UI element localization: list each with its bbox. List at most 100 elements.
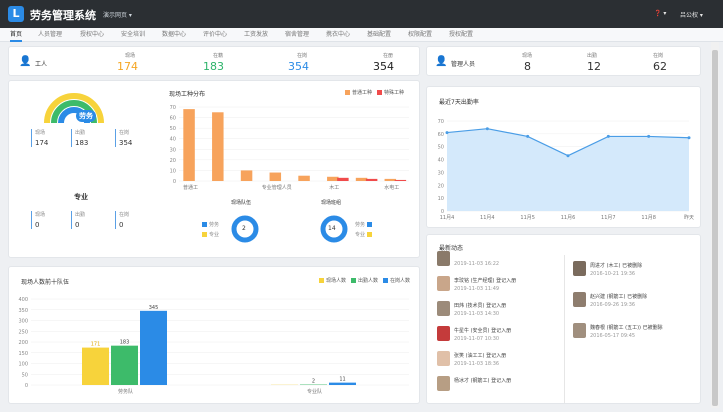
- help-menu[interactable]: ❓ ▾: [654, 10, 666, 17]
- scrollbar-thumb[interactable]: [712, 50, 718, 406]
- tab-data[interactable]: 数据中心: [162, 28, 186, 42]
- crew-y-tick: 350: [18, 308, 28, 314]
- crew-y-tick: 200: [18, 340, 28, 346]
- dist-x-tick: 普通工: [183, 184, 198, 191]
- tab-basic-config[interactable]: 基础配置: [367, 28, 391, 42]
- tab-home[interactable]: 首页: [10, 28, 23, 42]
- att-x-tick: 11月8: [641, 215, 656, 221]
- site-overview-panel: 劳务 现场 174 出勤 183 在岗 354 专业 现场 0 出勤 0 在岗 0 现场工种…: [8, 80, 420, 258]
- att-x-tick: 11月7: [601, 215, 616, 221]
- news-avatar[interactable]: [437, 301, 450, 316]
- tab-auth[interactable]: 授权中心: [80, 28, 104, 42]
- dist-y-tick: 0: [173, 179, 176, 185]
- tab-permission-config[interactable]: 权限配置: [408, 28, 432, 42]
- dist-x-tick: 水电工: [384, 184, 399, 191]
- news-avatar[interactable]: [437, 276, 450, 291]
- tab-auth-config[interactable]: 授权配置: [449, 28, 473, 42]
- pro-title: 专业: [74, 193, 88, 201]
- dist-x-tick: 专业管理人员: [262, 184, 292, 191]
- att-point: [526, 134, 530, 138]
- dist-bar-chart: 0 10 20 30 40 50 60 70 普通工 专业管理人员 木工 水电工: [170, 105, 409, 191]
- att-y-tick: 20: [438, 183, 444, 189]
- att-point: [485, 127, 489, 131]
- attendance-area-chart: 01020304050607011月4 11月4 11月5 11月6 11月7 11月8 昨…: [438, 119, 694, 221]
- news-item-text: 周进才 (木工) 已被删除: [590, 263, 643, 269]
- news-avatar[interactable]: [573, 292, 586, 307]
- tab-dorm[interactable]: 宿舍管理: [285, 28, 309, 42]
- news-avatar[interactable]: [437, 326, 450, 341]
- news-avatar[interactable]: [437, 251, 450, 266]
- news-avatar[interactable]: [437, 376, 450, 391]
- news-avatar[interactable]: [573, 261, 586, 276]
- worker-icon: 👤: [19, 56, 32, 67]
- news-item-text: 李玟铭 (生产经理) 登记入册: [454, 278, 517, 284]
- dist-bar: [298, 175, 310, 181]
- workers-value-enrolled: 354: [373, 60, 394, 73]
- news-item-date: 2016-05-17 09:45: [590, 333, 636, 339]
- dist-y-tick: 20: [170, 158, 176, 164]
- tab-clothing[interactable]: 携衣中心: [326, 28, 350, 42]
- labor-attend: 出勤 183: [71, 129, 88, 147]
- news-item-text: 杨冰才 (钢筋工) 登记入册: [454, 378, 512, 384]
- managers-value-onduty: 62: [653, 60, 667, 73]
- att-x-tick: 昨天: [684, 214, 694, 221]
- att-point: [445, 131, 449, 135]
- team-donut-title: 现场队伍: [231, 200, 252, 206]
- tab-personnel[interactable]: 人员管理: [38, 28, 62, 42]
- att-y-tick: 70: [438, 119, 444, 125]
- workers-title: 工人: [35, 61, 48, 68]
- user-menu[interactable]: 吕公权 ▾: [680, 10, 703, 19]
- labor-onduty: 在岗 354: [115, 129, 132, 147]
- tab-wages[interactable]: 工资发放: [244, 28, 268, 42]
- news-item-text: 田炜 (技术员) 登记入册: [454, 303, 507, 309]
- att-y-tick: 50: [438, 145, 444, 151]
- main-nav: 首页 人员管理 授权中心 安全培训 数据中心 评价中心 工资发放 宿舍管理 携衣…: [0, 28, 723, 42]
- manager-icon: 👤: [435, 56, 448, 67]
- page-scrollbar[interactable]: [711, 42, 719, 408]
- dist-bar: [365, 178, 378, 181]
- project-selector[interactable]: 演示网页 ▾: [103, 10, 132, 19]
- attendance-title: 最近7天出勤率: [439, 99, 479, 106]
- crew-bar-chart: 0 50 100 150 200 250 300 350 400 171 183 345 劳务队 2 11 专…: [18, 297, 409, 395]
- app-title: 劳务管理系统: [30, 9, 96, 22]
- pro-onduty: 在岗 0: [115, 211, 129, 229]
- group-donut-legend-labor: 劳务: [355, 221, 374, 228]
- news-item-text: 牛星牛 (安全员) 登记入册: [454, 328, 512, 334]
- workers-value-onduty: 354: [288, 60, 309, 73]
- news-item-date: 2019-11-03 11:49: [454, 286, 500, 292]
- dist-y-tick: 70: [170, 105, 176, 111]
- crew-data-label: 11: [339, 377, 345, 383]
- top-bar: L 劳务管理系统 演示网页 ▾ ❓ ▾ 吕公权 ▾: [0, 0, 723, 28]
- tab-safety[interactable]: 安全培训: [121, 28, 145, 42]
- att-area: [447, 128, 689, 211]
- managers-label-attend: 出勤: [587, 53, 598, 59]
- dist-y-tick: 40: [170, 137, 176, 143]
- tab-evaluation[interactable]: 评价中心: [203, 28, 227, 42]
- attendance-panel: 最近7天出勤率 0 10 20 30 40 50 60 70 11月4 11月4 11月5 11月6 1…: [426, 86, 701, 228]
- pro-attend: 出勤 0: [71, 211, 85, 229]
- managers-value-attend: 12: [587, 60, 601, 73]
- news-avatar[interactable]: [437, 351, 450, 366]
- dist-bar: [183, 109, 195, 181]
- news-item-date: 2019-11-03 14:30: [454, 311, 500, 317]
- crew-y-tick: 100: [18, 362, 28, 368]
- att-point: [687, 136, 691, 140]
- att-x-tick: 11月5: [520, 215, 535, 221]
- news-item-text: 魏春根 (钢筋工 (五工)) 已被删除: [590, 325, 663, 331]
- crew-x-tick: 专业队: [307, 388, 322, 395]
- team-donut-value: 2: [242, 225, 246, 232]
- dist-bar: [337, 177, 349, 181]
- group-donut-value: 14: [328, 225, 336, 232]
- att-y-tick: 30: [438, 170, 444, 176]
- workers-label-registered: 在籍: [213, 53, 224, 59]
- group-donut-legend-pro: 专业: [355, 231, 374, 238]
- dist-y-tick: 60: [170, 116, 176, 122]
- news-avatar[interactable]: [573, 323, 586, 338]
- crew-title: 现场人数前十队伍: [21, 279, 70, 286]
- team-donut-legend-pro: 专业: [202, 231, 219, 238]
- crew-legend: 现场人数 出勤人数 在岗人数: [319, 277, 410, 284]
- pro-onsite: 现场 0: [31, 211, 45, 229]
- dist-bar: [327, 176, 339, 181]
- att-x-tick: 11月4: [480, 215, 495, 221]
- managers-summary: 👤 管理人员 现场 8 出勤 12 在岗 62: [426, 46, 701, 76]
